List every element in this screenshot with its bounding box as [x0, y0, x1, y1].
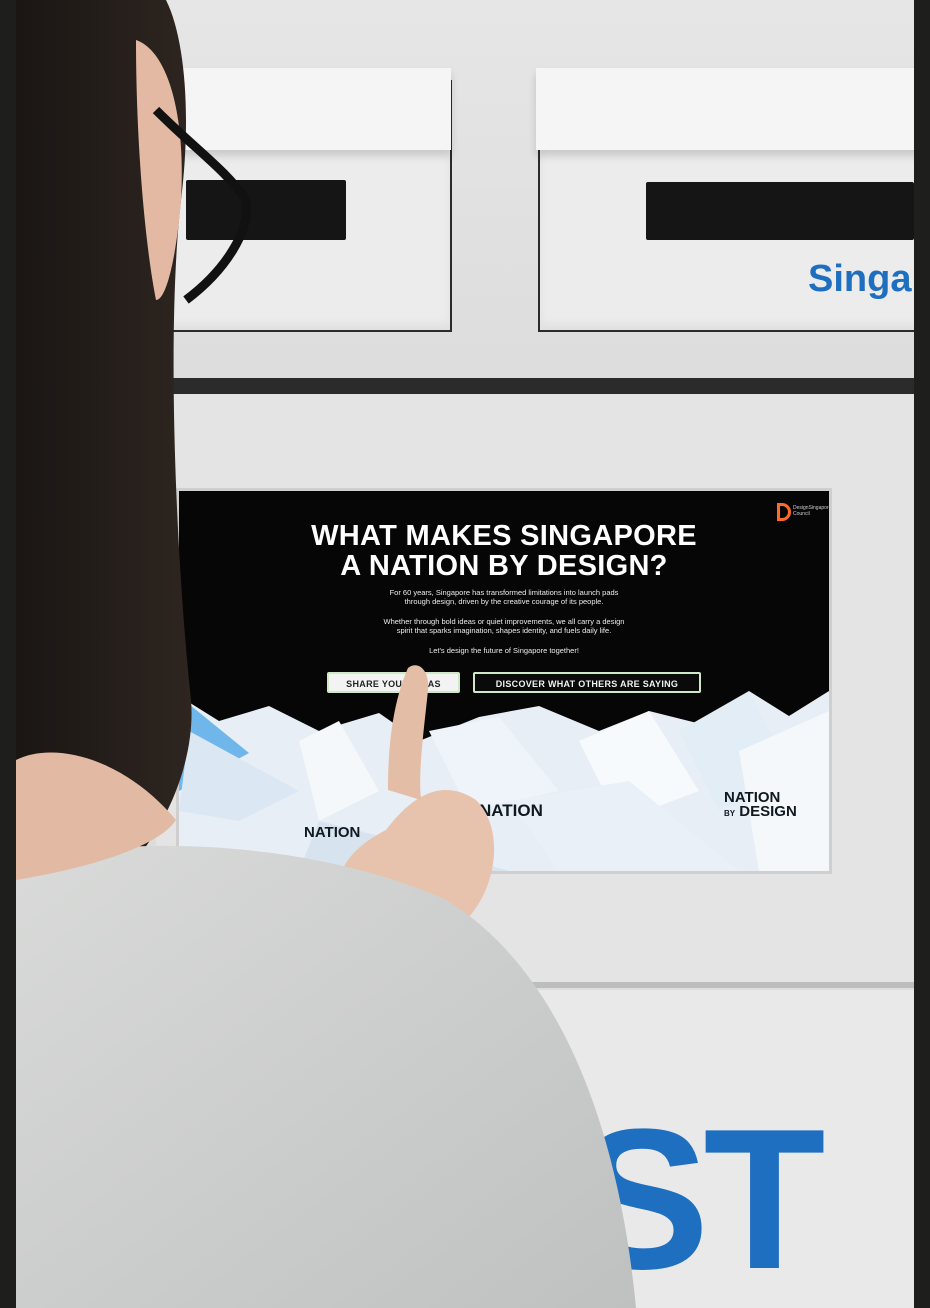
- corner-mark-tr: [900, 0, 914, 14]
- corner-mark-tl: [16, 0, 30, 14]
- corner-mark-bl: [16, 1294, 30, 1308]
- photo-frame: Singap ST DesignSingapore Council WHAT M…: [16, 0, 914, 1308]
- corner-mark-br: [900, 1294, 914, 1308]
- person-figure: [16, 0, 636, 1308]
